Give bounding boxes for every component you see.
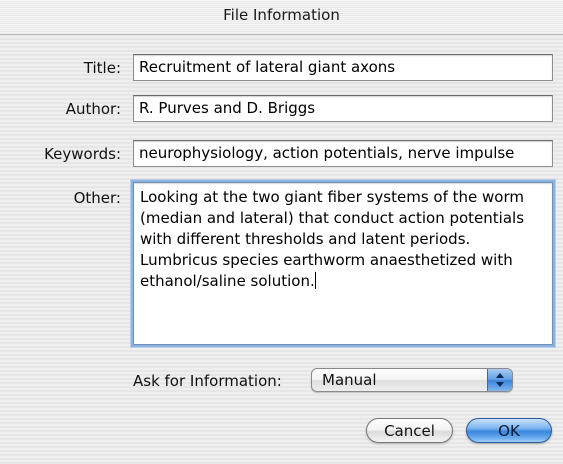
arrow-down-icon (496, 382, 504, 387)
other-label: Other: (73, 189, 121, 207)
other-textarea[interactable]: Looking at the two giant fiber systems o… (133, 182, 553, 345)
keywords-field[interactable]: neurophysiology, action potentials, nerv… (133, 140, 553, 167)
other-text: Looking at the two giant fiber systems o… (140, 188, 525, 290)
ask-for-information-popup[interactable]: Manual (311, 368, 513, 392)
text-cursor (314, 272, 316, 289)
author-label: Author: (65, 100, 121, 118)
author-field[interactable]: R. Purves and D. Briggs (133, 95, 553, 122)
popup-selected-value: Manual (322, 371, 377, 389)
window-title: File Information (223, 6, 340, 24)
file-information-dialog: File Information Title: Recruitment of l… (0, 0, 563, 464)
updown-arrows-icon[interactable] (487, 369, 512, 391)
title-field[interactable]: Recruitment of lateral giant axons (133, 54, 553, 81)
title-label: Title: (83, 59, 121, 77)
keywords-label: Keywords: (44, 145, 121, 163)
title-bar[interactable]: File Information (0, 0, 563, 35)
arrow-up-icon (496, 373, 504, 378)
cancel-button[interactable]: Cancel (366, 418, 453, 443)
ask-for-information-label: Ask for Information: (133, 372, 282, 390)
ok-button[interactable]: OK (466, 418, 552, 443)
